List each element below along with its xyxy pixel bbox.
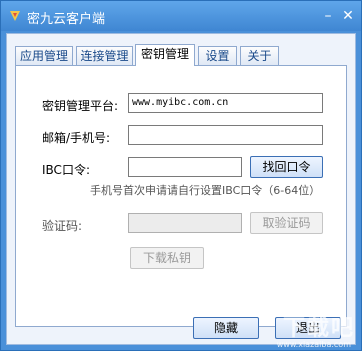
watermark-url: www.xiazaiba.com [276, 340, 351, 349]
platform-input[interactable]: www.myibc.com.cn [128, 93, 323, 113]
watermark-logo: 下载吧 [282, 316, 355, 341]
phone-label: 邮箱/手机号: [42, 131, 111, 145]
key-management-panel: 密钥管理平台: www.myibc.com.cn 邮箱/手机号: IBC口令: … [15, 65, 347, 327]
close-icon[interactable]: ✕ [339, 7, 357, 25]
phone-input[interactable] [128, 125, 323, 145]
tab-settings[interactable]: 设置 [198, 46, 237, 65]
ibc-password-input[interactable] [128, 157, 242, 177]
app-window: 密九云客户端 – ✕ 应用管理 连接管理 密钥管理 设置 关于 密钥管理平台: … [0, 0, 362, 351]
tab-connection-management[interactable]: 连接管理 [76, 46, 133, 65]
tab-about[interactable]: 关于 [240, 46, 279, 65]
client-area: 应用管理 连接管理 密钥管理 设置 关于 密钥管理平台: www.myibc.c… [6, 33, 356, 345]
password-hint: 手机号首次申请请自行设置IBC口令（6-64位） [90, 184, 321, 197]
captcha-input[interactable] [128, 213, 242, 233]
hide-button[interactable]: 隐藏 [193, 317, 259, 339]
get-captcha-button[interactable]: 取验证码 [250, 212, 323, 234]
minimize-icon[interactable]: – [319, 7, 337, 25]
ibc-label: IBC口令: [42, 163, 90, 177]
window-title: 密九云客户端 [27, 12, 106, 27]
tab-key-management[interactable]: 密钥管理 [135, 44, 195, 66]
tab-app-management[interactable]: 应用管理 [15, 46, 73, 65]
download-private-key-button[interactable]: 下载私钥 [130, 247, 204, 269]
captcha-label: 验证码: [42, 219, 83, 233]
retrieve-password-button[interactable]: 找回口令 [250, 156, 323, 178]
platform-label: 密钥管理平台: [42, 99, 119, 113]
app-logo-icon [10, 11, 20, 21]
title-bar[interactable]: 密九云客户端 – ✕ [1, 1, 361, 31]
